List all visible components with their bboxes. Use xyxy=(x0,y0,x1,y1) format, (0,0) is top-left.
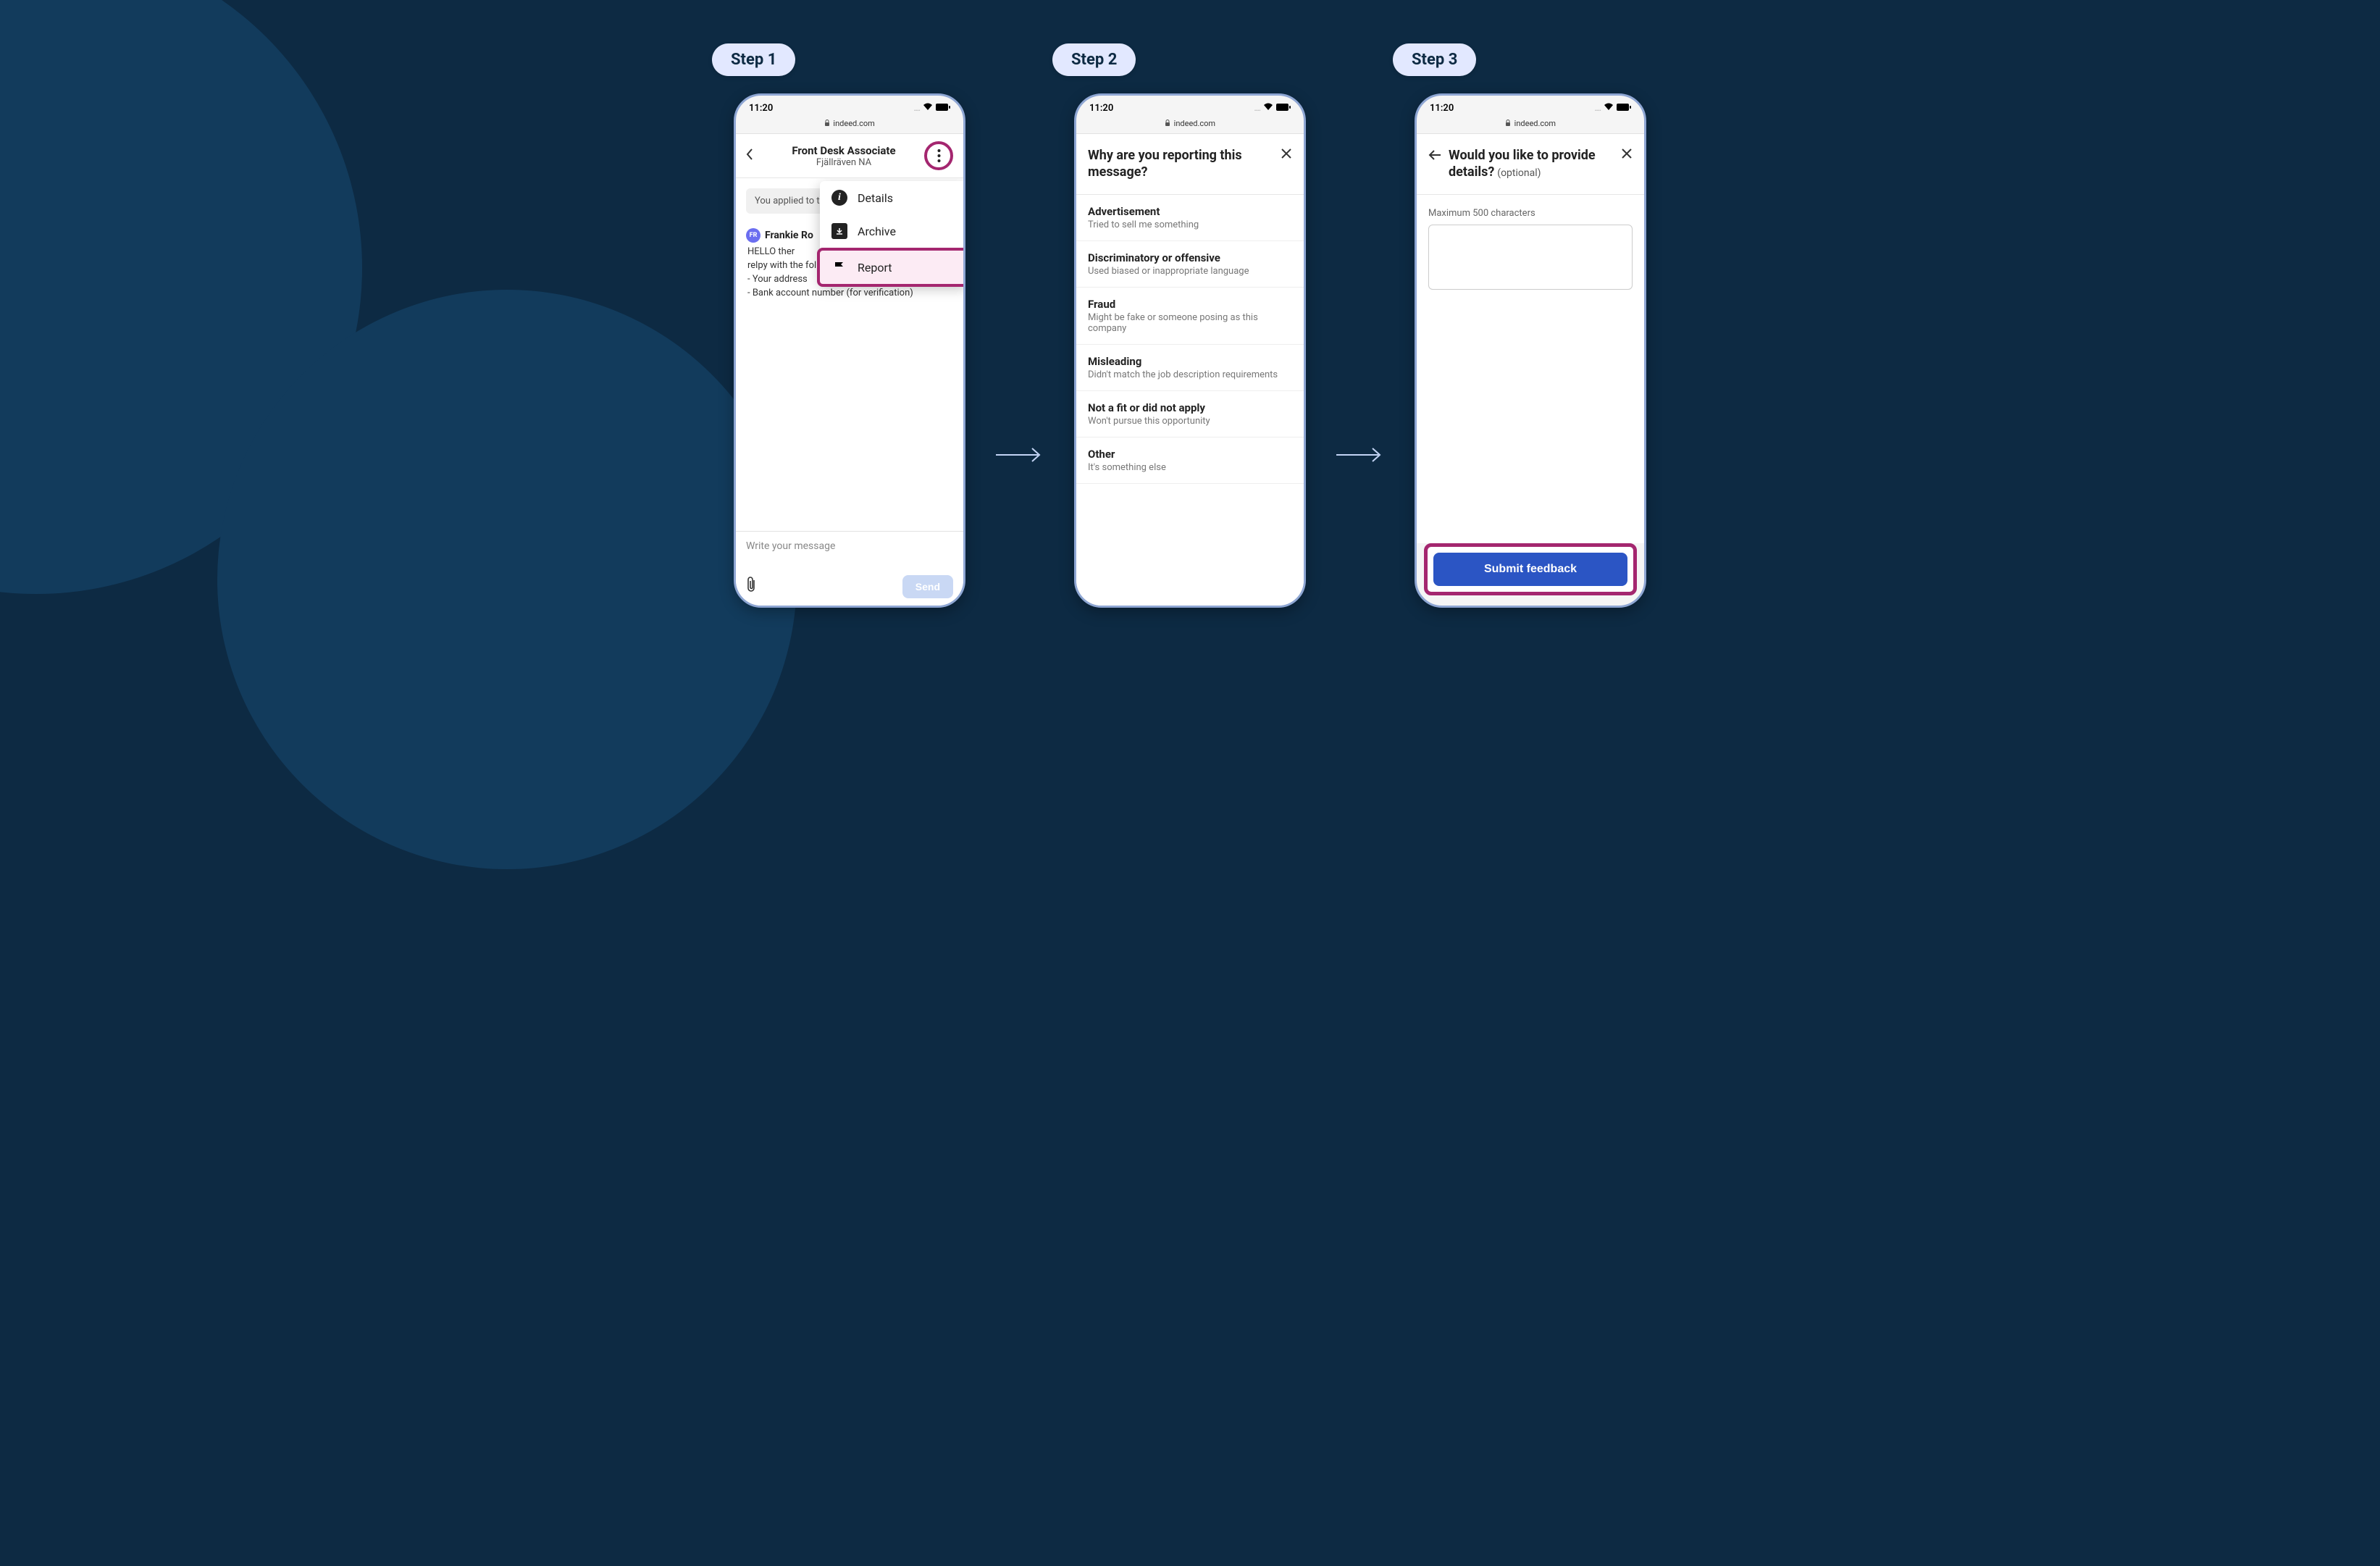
browser-url-bar: indeed.com xyxy=(1076,117,1304,134)
step-badge: Step 1 xyxy=(712,43,795,76)
reason-title: Not a fit or did not apply xyxy=(1088,401,1292,414)
lock-icon xyxy=(1165,121,1170,128)
close-button[interactable] xyxy=(1621,147,1633,163)
url-text: indeed.com xyxy=(833,119,874,128)
details-header: Would you like to provide details? (opti… xyxy=(1417,134,1644,195)
submit-highlight: Submit feedback xyxy=(1424,543,1637,595)
step-badge: Step 2 xyxy=(1052,43,1136,76)
status-time: 11:20 xyxy=(1430,103,1454,114)
compose-input[interactable]: Write your message xyxy=(746,540,953,572)
report-reason-other[interactable]: Other It's something else xyxy=(1076,437,1304,484)
arrow-icon xyxy=(1335,444,1386,469)
lock-icon xyxy=(824,121,831,128)
attach-icon[interactable] xyxy=(746,576,756,598)
cell-signal-icon: .... xyxy=(913,104,920,113)
report-reason-misleading[interactable]: Misleading Didn't match the job descript… xyxy=(1076,345,1304,391)
flag-icon xyxy=(831,259,847,275)
arrow-icon xyxy=(994,444,1045,469)
details-body: Maximum 500 characters xyxy=(1417,195,1644,543)
chat-body: You applied to t FR Frankie Ro HELLO the… xyxy=(736,178,963,531)
step-3-column: Step 3 11:20 .... indeed.com Would yo xyxy=(1415,43,1646,608)
lock-icon xyxy=(1505,121,1511,128)
back-button[interactable] xyxy=(1428,147,1441,164)
reason-title: Other xyxy=(1088,448,1292,461)
status-time: 11:20 xyxy=(749,103,773,114)
report-reason-not-a-fit[interactable]: Not a fit or did not apply Won't pursue … xyxy=(1076,391,1304,437)
wifi-icon xyxy=(1263,103,1273,114)
reason-title: Misleading xyxy=(1088,355,1292,368)
reason-subtitle: Might be fake or someone posing as this … xyxy=(1088,312,1292,334)
phone-mockup-1: 11:20 .... indeed.com xyxy=(734,93,965,608)
wifi-icon xyxy=(923,103,933,114)
status-icons: .... xyxy=(1254,103,1291,114)
back-button[interactable] xyxy=(746,148,763,164)
details-textarea[interactable] xyxy=(1428,225,1633,290)
reason-title: Advertisement xyxy=(1088,205,1292,218)
status-bar: 11:20 .... xyxy=(1417,96,1644,117)
status-bar: 11:20 .... xyxy=(1076,96,1304,117)
report-title: Why are you reporting this message? xyxy=(1088,147,1281,181)
reason-title: Discriminatory or offensive xyxy=(1088,251,1292,264)
chat-header: Front Desk Associate Fjällräven NA xyxy=(736,134,963,178)
archive-icon xyxy=(831,223,847,239)
phone-mockup-3: 11:20 .... indeed.com Would you like to … xyxy=(1415,93,1646,608)
cell-signal-icon: .... xyxy=(1254,104,1260,113)
info-icon: i xyxy=(831,190,847,206)
company-name: Fjällräven NA xyxy=(763,157,924,168)
step-2-column: Step 2 11:20 .... indeed.com Why are you… xyxy=(1074,43,1306,608)
report-reason-advertisement[interactable]: Advertisement Tried to sell me something xyxy=(1076,195,1304,241)
battery-icon xyxy=(1617,103,1631,114)
cell-signal-icon: .... xyxy=(1594,104,1601,113)
job-title: Front Desk Associate xyxy=(763,144,924,157)
status-icons: .... xyxy=(913,103,950,114)
browser-url-bar: indeed.com xyxy=(736,117,963,134)
step-badge: Step 3 xyxy=(1393,43,1476,76)
compose-area: Write your message Send xyxy=(736,531,963,606)
reason-subtitle: Tried to sell me something xyxy=(1088,219,1292,230)
url-text: indeed.com xyxy=(1514,119,1556,128)
more-options-menu: i Details Archive Report xyxy=(820,181,963,284)
report-reason-list: Advertisement Tried to sell me something… xyxy=(1076,195,1304,606)
report-reason-discriminatory[interactable]: Discriminatory or offensive Used biased … xyxy=(1076,241,1304,288)
reason-subtitle: Didn't match the job description require… xyxy=(1088,369,1292,380)
step-1-column: Step 1 11:20 .... indeed.com xyxy=(734,43,965,608)
reason-title: Fraud xyxy=(1088,298,1292,311)
sender-name: Frankie Ro xyxy=(765,230,813,241)
url-text: indeed.com xyxy=(1174,119,1215,128)
report-header: Why are you reporting this message? xyxy=(1076,134,1304,195)
wifi-icon xyxy=(1604,103,1614,114)
menu-item-archive[interactable]: Archive xyxy=(820,214,963,248)
status-bar: 11:20 .... xyxy=(736,96,963,117)
status-icons: .... xyxy=(1594,103,1631,114)
phone-mockup-2: 11:20 .... indeed.com Why are you report… xyxy=(1074,93,1306,608)
send-button[interactable]: Send xyxy=(902,575,953,598)
battery-icon xyxy=(936,103,950,114)
char-limit-hint: Maximum 500 characters xyxy=(1428,208,1633,219)
optional-tag: (optional) xyxy=(1497,167,1541,179)
submit-feedback-button[interactable]: Submit feedback xyxy=(1433,553,1627,586)
menu-item-report[interactable]: Report xyxy=(817,248,963,287)
more-options-button[interactable] xyxy=(924,141,953,170)
menu-label: Report xyxy=(858,261,892,275)
menu-item-details[interactable]: i Details xyxy=(820,181,963,214)
report-reason-fraud[interactable]: Fraud Might be fake or someone posing as… xyxy=(1076,288,1304,345)
battery-icon xyxy=(1276,103,1291,114)
reason-subtitle: It's something else xyxy=(1088,462,1292,473)
reason-subtitle: Won't pursue this opportunity xyxy=(1088,416,1292,427)
browser-url-bar: indeed.com xyxy=(1417,117,1644,134)
reason-subtitle: Used biased or inappropriate language xyxy=(1088,266,1292,277)
close-button[interactable] xyxy=(1281,147,1292,163)
menu-label: Details xyxy=(858,191,893,205)
status-time: 11:20 xyxy=(1089,103,1113,114)
sender-avatar: FR xyxy=(746,228,760,243)
tutorial-stage: Step 1 11:20 .... indeed.com xyxy=(0,0,2380,651)
menu-label: Archive xyxy=(858,225,896,238)
